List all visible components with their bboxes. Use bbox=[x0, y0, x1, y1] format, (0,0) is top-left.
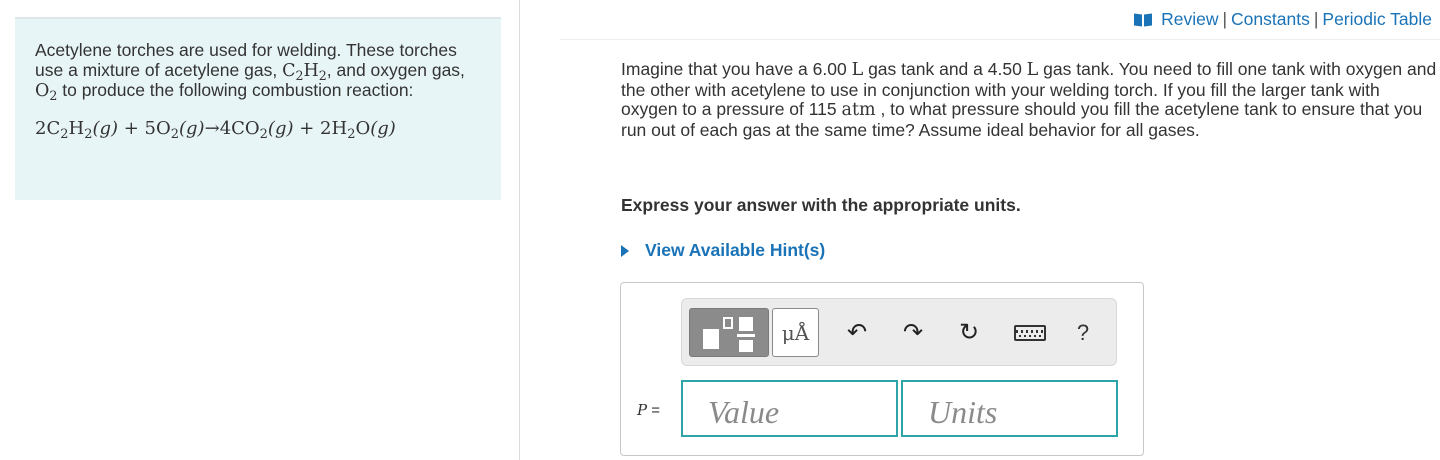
periodic-table-link[interactable]: Periodic Table bbox=[1322, 9, 1432, 30]
help-button[interactable]: ? bbox=[1066, 308, 1100, 357]
hint-triangle-icon bbox=[621, 244, 629, 257]
intro-panel: Acetylene torches are used for welding. … bbox=[15, 17, 501, 200]
answer-variable-label: P = bbox=[637, 401, 661, 419]
redo-button[interactable]: ↷ bbox=[896, 308, 930, 357]
oxygen-formula: O2 bbox=[35, 81, 58, 103]
undo-icon: ↶ bbox=[846, 319, 868, 346]
review-link[interactable]: Review bbox=[1161, 9, 1218, 30]
keyboard-icon bbox=[1014, 324, 1046, 341]
redo-icon: ↷ bbox=[902, 319, 924, 346]
view-hints-toggle[interactable]: View Available Hint(s) bbox=[621, 240, 825, 261]
combustion-equation: 2C2H2(g) + 5O2(g)→4CO2(g) + 2H2O(g) bbox=[35, 117, 396, 142]
header-divider bbox=[560, 39, 1440, 40]
templates-button[interactable] bbox=[689, 308, 769, 357]
undo-button[interactable]: ↶ bbox=[840, 308, 874, 357]
resource-links: Review | Constants | Periodic Table bbox=[1134, 9, 1432, 30]
value-input[interactable] bbox=[681, 380, 898, 437]
answer-instruction: Express your answer with the appropriate… bbox=[621, 195, 1021, 215]
math-toolbar: μÅ ↶ ↷ ↻ ? bbox=[681, 298, 1117, 366]
constants-link[interactable]: Constants bbox=[1231, 9, 1310, 30]
intro-text: Acetylene torches are used for welding. … bbox=[35, 40, 465, 103]
answer-box: μÅ ↶ ↷ ↻ ? P = bbox=[620, 282, 1144, 456]
units-button[interactable]: μÅ bbox=[772, 308, 819, 357]
reset-button[interactable]: ↻ bbox=[952, 308, 986, 357]
book-icon bbox=[1134, 13, 1152, 27]
hint-label: View Available Hint(s) bbox=[645, 240, 826, 260]
question-text: Imagine that you have a 6.00 L gas tank … bbox=[621, 59, 1437, 140]
reset-icon: ↻ bbox=[958, 319, 980, 346]
acetylene-formula: C2H2 bbox=[282, 60, 327, 83]
templates-icon bbox=[699, 313, 759, 353]
panel-divider bbox=[519, 0, 520, 460]
keyboard-button[interactable] bbox=[1008, 308, 1052, 357]
units-input[interactable] bbox=[901, 380, 1118, 437]
